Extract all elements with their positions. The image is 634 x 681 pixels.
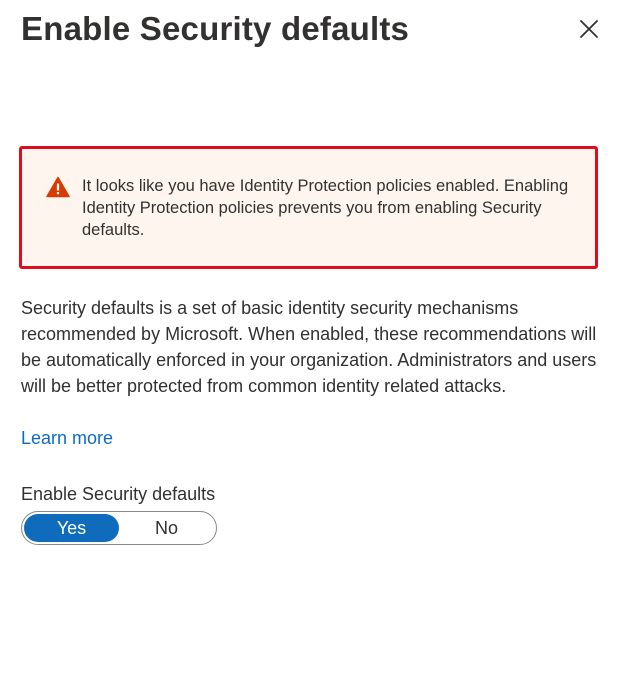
close-icon xyxy=(579,19,599,39)
toggle-option-no[interactable]: No xyxy=(119,514,214,542)
toggle-label: Enable Security defaults xyxy=(21,484,216,504)
warning-message-bar: It looks like you have Identity Protecti… xyxy=(19,146,598,269)
warning-icon xyxy=(46,176,70,198)
warning-text: It looks like you have Identity Protecti… xyxy=(82,177,569,239)
enable-security-defaults-toggle[interactable]: Yes No xyxy=(21,511,217,545)
close-button[interactable] xyxy=(574,14,604,44)
toggle-option-yes[interactable]: Yes xyxy=(24,514,119,542)
learn-more-link[interactable]: Learn more xyxy=(21,425,113,451)
description-text: Security defaults is a set of basic iden… xyxy=(21,298,597,396)
panel-title: Enable Security defaults xyxy=(21,10,410,47)
